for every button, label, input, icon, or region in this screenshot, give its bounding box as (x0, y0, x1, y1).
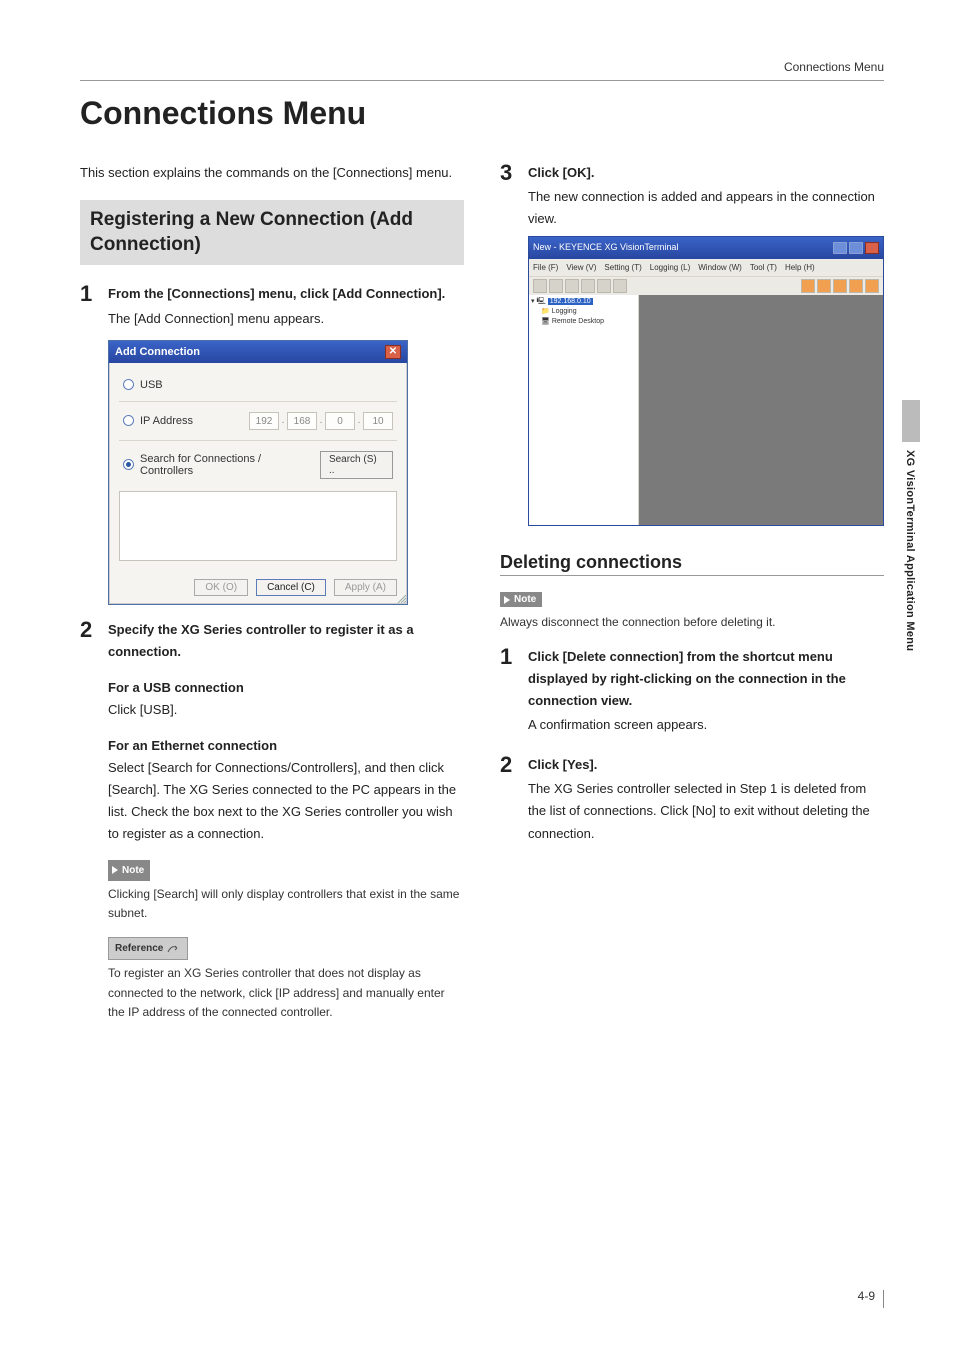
note-text: Always disconnect the connection before … (500, 613, 884, 632)
page-title: Connections Menu (80, 95, 884, 132)
toolbar-icon[interactable] (833, 279, 847, 293)
ip-octet-4[interactable]: 10 (363, 412, 393, 430)
step-title: Click [Delete connection] from the short… (528, 646, 884, 712)
note-label: Note (514, 594, 536, 605)
step-number: 3 (500, 162, 518, 184)
ip-octet-3[interactable]: 0 (325, 412, 355, 430)
option-ip-label: IP Address (140, 415, 193, 427)
step-desc: The [Add Connection] menu appears. (108, 308, 464, 330)
side-tab: XG VisionTerminal Application Menu (902, 400, 920, 700)
app-main-area (639, 295, 883, 525)
note-label: Note (122, 862, 144, 879)
side-tab-label: XG VisionTerminal Application Menu (904, 450, 916, 651)
toolbar-icon[interactable] (581, 279, 595, 293)
subsection-rule (500, 575, 884, 576)
minimize-icon[interactable] (833, 242, 847, 254)
app-window-title: New - KEYENCE XG VisionTerminal (533, 240, 678, 255)
close-icon[interactable]: ✕ (385, 345, 401, 359)
step-desc: The XG Series controller selected in Ste… (528, 778, 884, 844)
step-number: 1 (500, 646, 518, 668)
register-step-2: 2 Specify the XG Series controller to re… (80, 619, 464, 1022)
toolbar-icon[interactable] (533, 279, 547, 293)
step-number: 2 (500, 754, 518, 776)
step-title: From the [Connections] menu, click [Add … (108, 283, 464, 305)
tree-child[interactable]: 🖥 Remote Desktop (531, 317, 636, 327)
reference-badge: Reference (108, 937, 188, 960)
toolbar-icon[interactable] (801, 279, 815, 293)
radio-icon[interactable] (123, 379, 134, 390)
option-search-label: Search for Connections / Controllers (140, 453, 314, 477)
search-button[interactable]: Search (S) .. (320, 451, 393, 479)
play-icon (112, 866, 118, 874)
menu-item[interactable]: Setting (T) (604, 261, 641, 275)
option-usb-label: USB (140, 379, 163, 391)
menu-item[interactable]: Tool (T) (750, 261, 777, 275)
toolbar-icon[interactable] (549, 279, 563, 293)
header-rule (80, 80, 884, 81)
step-number: 2 (80, 619, 98, 641)
connection-tree[interactable]: ▾ 🖳 192.168.0.10 📁 Logging 🖥 Remote Desk… (529, 295, 639, 525)
tree-child[interactable]: 📁 Logging (531, 307, 636, 317)
delete-step-1: 1 Click [Delete connection] from the sho… (500, 646, 884, 736)
option-ip-row[interactable]: IP Address 192. 168. 0. 10 (119, 401, 397, 436)
step-desc: The new connection is added and appears … (528, 186, 884, 230)
usb-subhead: For a USB connection (108, 677, 464, 699)
reference-arrow-icon (167, 944, 181, 954)
toolbar-icon[interactable] (849, 279, 863, 293)
cancel-button[interactable]: Cancel (C) (256, 579, 326, 596)
toolbar-icon[interactable] (565, 279, 579, 293)
step-title: Specify the XG Series controller to regi… (108, 619, 464, 663)
radio-icon[interactable] (123, 415, 134, 426)
app-menubar[interactable]: File (F) View (V) Setting (T) Logging (L… (529, 259, 883, 277)
page-number: 4-9 (858, 1288, 884, 1306)
resize-grip-icon[interactable] (396, 593, 406, 603)
menu-item[interactable]: Logging (L) (650, 261, 690, 275)
menu-item[interactable]: File (F) (533, 261, 558, 275)
search-results-listbox[interactable] (119, 491, 397, 561)
intro-text: This section explains the commands on th… (80, 162, 464, 184)
play-icon (504, 596, 510, 604)
step-number: 1 (80, 283, 98, 305)
toolbar-icon[interactable] (597, 279, 611, 293)
app-toolbar[interactable] (529, 276, 883, 295)
toolbar-icon[interactable] (865, 279, 879, 293)
dialog-title-text: Add Connection (115, 346, 200, 358)
register-step-3: 3 Click [OK]. The new connection is adde… (500, 162, 884, 526)
side-tab-marker (902, 400, 920, 442)
toolbar-icon[interactable] (613, 279, 627, 293)
step-title: Click [Yes]. (528, 754, 884, 776)
ip-octet-1[interactable]: 192 (249, 412, 279, 430)
apply-button[interactable]: Apply (A) (334, 579, 397, 596)
step-title: Click [OK]. (528, 162, 884, 184)
note-badge: Note (108, 860, 150, 881)
reference-text: To register an XG Series controller that… (108, 964, 464, 1022)
menu-item[interactable]: Help (H) (785, 261, 815, 275)
usb-body: Click [USB]. (108, 699, 464, 721)
subsection-deleting-heading: Deleting connections (500, 552, 884, 573)
reference-label: Reference (115, 940, 163, 957)
delete-step-2: 2 Click [Yes]. The XG Series controller … (500, 754, 884, 844)
maximize-icon[interactable] (849, 242, 863, 254)
ok-button[interactable]: OK (O) (194, 579, 248, 596)
add-connection-dialog: Add Connection ✕ USB IP Address 192. 168… (108, 340, 408, 605)
note-badge: Note (500, 592, 542, 607)
option-search-row[interactable]: Search for Connections / Controllers Sea… (119, 440, 397, 485)
running-head: Connections Menu (80, 60, 884, 74)
step-desc: A confirmation screen appears. (528, 714, 884, 736)
tree-root[interactable]: 192.168.0.10 (548, 298, 593, 305)
note-text: Clicking [Search] will only display cont… (108, 885, 464, 923)
eth-subhead: For an Ethernet connection (108, 735, 464, 757)
toolbar-icon[interactable] (817, 279, 831, 293)
close-icon[interactable] (865, 242, 879, 254)
eth-body: Select [Search for Connections/Controlle… (108, 757, 464, 845)
ip-address-field[interactable]: 192. 168. 0. 10 (249, 412, 393, 430)
radio-icon[interactable] (123, 459, 134, 470)
menu-item[interactable]: View (V) (566, 261, 596, 275)
menu-item[interactable]: Window (W) (698, 261, 742, 275)
register-step-1: 1 From the [Connections] menu, click [Ad… (80, 283, 464, 329)
ip-octet-2[interactable]: 168 (287, 412, 317, 430)
section-heading-register: Registering a New Connection (Add Connec… (80, 200, 464, 265)
app-window: New - KEYENCE XG VisionTerminal File (F)… (528, 236, 884, 526)
option-usb-row[interactable]: USB (119, 373, 397, 397)
